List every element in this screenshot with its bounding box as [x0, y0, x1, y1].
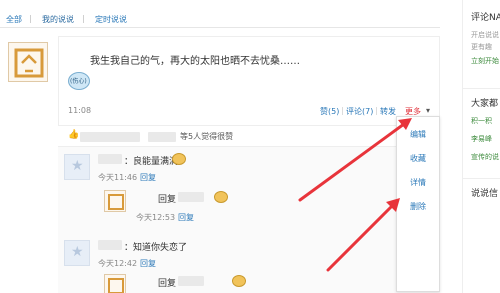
arrow-to-more-icon — [298, 118, 412, 202]
annotation-arrows — [298, 118, 412, 272]
arrow-to-delete-icon — [326, 198, 400, 272]
